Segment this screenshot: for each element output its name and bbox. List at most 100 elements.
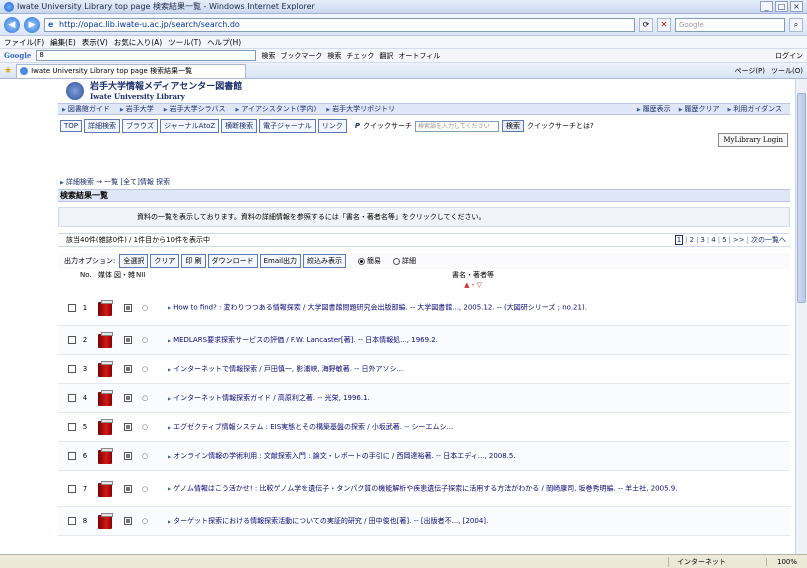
- row-title-link[interactable]: MEDLARS要求探索サービスの評価 / F.W. Lancaster[著]. …: [168, 335, 790, 345]
- url-input[interactable]: http://opac.lib.iwate-u.ac.jp/search/sea…: [44, 17, 635, 32]
- browse-button[interactable]: ブラウズ: [122, 119, 159, 133]
- search-input[interactable]: Google: [675, 17, 785, 32]
- vertical-scrollbar[interactable]: [795, 79, 807, 554]
- refresh-icon[interactable]: ⟳: [639, 17, 653, 32]
- link-button[interactable]: リンク: [317, 119, 347, 133]
- row-checkbox[interactable]: [68, 517, 76, 525]
- row-checkbox[interactable]: [68, 365, 76, 373]
- ejournal-button[interactable]: 電子ジャーナル: [259, 119, 316, 133]
- mylibrary-login-button[interactable]: MyLibrary Login: [718, 133, 788, 147]
- figure-icon: [124, 452, 132, 460]
- google-bookmark-button[interactable]: ブックマーク: [280, 51, 322, 61]
- google-translate-button[interactable]: 翻訳: [379, 51, 393, 61]
- google-check-button[interactable]: チェック: [346, 51, 374, 61]
- top-button[interactable]: TOP: [60, 120, 83, 132]
- radio-detail[interactable]: 詳細: [393, 256, 416, 266]
- tab-active[interactable]: Iwate University Library top page 検索結果一覧: [16, 63, 247, 78]
- nav-history-show[interactable]: 履歴表示: [637, 104, 671, 114]
- row-number: 1: [82, 303, 88, 312]
- search-icon[interactable]: ⌕: [789, 17, 803, 32]
- zoom-level[interactable]: 100%: [765, 557, 807, 566]
- section-title: 検索結果一覧: [58, 189, 790, 202]
- tab-bar: ★ Iwate University Library top page 検索結果…: [0, 63, 807, 79]
- scrollbar-thumb[interactable]: [797, 93, 806, 303]
- row-checkbox[interactable]: [68, 336, 76, 344]
- forward-icon[interactable]: ▶: [24, 16, 40, 33]
- quick-search-button[interactable]: 検索: [501, 120, 524, 132]
- maximize-button[interactable]: □: [775, 1, 788, 12]
- figure-icon: [124, 336, 132, 344]
- google-login-button[interactable]: ログイン: [775, 51, 803, 61]
- advanced-search-button[interactable]: 詳細検索: [84, 119, 121, 133]
- row-title-link[interactable]: エグゼクティブ情報システム : EIS実態とその構築基盤の探索 / 小坂武著. …: [168, 422, 790, 432]
- page-3[interactable]: 3: [700, 236, 704, 244]
- next-page-link[interactable]: 次の一覧へ: [751, 235, 786, 245]
- journal-atoz-button[interactable]: ジャーナルAtoZ: [160, 119, 220, 133]
- header-figure: 図・雑: [114, 270, 135, 279]
- page-1[interactable]: 1: [674, 235, 684, 245]
- clear-button[interactable]: クリア: [150, 254, 180, 268]
- quick-search-help-link[interactable]: クイックサーチとは?: [527, 121, 594, 131]
- print-button[interactable]: 印 刷: [181, 254, 206, 268]
- menu-favorites[interactable]: お気に入り(A): [114, 37, 162, 48]
- header-no: No.: [80, 270, 92, 279]
- row-checkbox[interactable]: [68, 303, 76, 312]
- figure-icon: [124, 517, 132, 525]
- page-5[interactable]: 5: [722, 236, 726, 244]
- stop-icon[interactable]: ✕: [657, 17, 671, 32]
- favorites-star-icon[interactable]: ★: [4, 66, 12, 76]
- nav-iwate-univ[interactable]: 岩手大学: [120, 104, 154, 114]
- menu-help[interactable]: ヘルプ(H): [207, 37, 241, 48]
- nav-history-clear[interactable]: 履歴クリア: [679, 104, 720, 114]
- library-page: 岩手大学情報メディアセンター図書館 Iwate University Libra…: [58, 79, 790, 536]
- result-count-bar: 該当40件(雑誌0件) / 1件目から10件を表示中 1 | 2 | 3 | 4 | 5…: [58, 233, 790, 247]
- google-search-button[interactable]: 検索: [261, 51, 275, 61]
- google-search2-button[interactable]: 検索: [327, 51, 341, 61]
- menu-view[interactable]: 表示(V): [82, 37, 108, 48]
- page-4[interactable]: 4: [711, 236, 715, 244]
- radio-simple-dot[interactable]: [358, 257, 366, 265]
- row-checkbox[interactable]: [68, 452, 76, 460]
- row-checkbox[interactable]: [68, 423, 76, 431]
- page-more[interactable]: >>: [733, 236, 745, 244]
- back-icon[interactable]: ◀: [4, 16, 20, 33]
- menu-edit[interactable]: 編集(E): [50, 37, 76, 48]
- download-button[interactable]: ダウンロード: [207, 254, 258, 268]
- close-button[interactable]: ×: [790, 1, 803, 12]
- menu-file[interactable]: ファイル(F): [4, 37, 44, 48]
- google-autofill-button[interactable]: オートフィル: [398, 51, 440, 61]
- cross-search-button[interactable]: 横断検索: [221, 119, 258, 133]
- row-title-link[interactable]: インターネットで情報探索 / 戸田慎一, 影浦峡, 海野敏著. -- 日外アソシ…: [168, 364, 790, 374]
- quick-search-input[interactable]: 検索語を入力してください: [414, 120, 499, 132]
- nav-repository[interactable]: 岩手大学リポジトリ: [326, 104, 395, 114]
- menu-tools[interactable]: ツール(T): [168, 37, 201, 48]
- row-title-link[interactable]: インターネット情報探索ガイド / 高原利之著. -- 光栄, 1996.1.: [168, 393, 790, 403]
- quick-search: P クイックサーチ 検索語を入力してください 検索 クイックサーチとは?: [355, 120, 594, 132]
- menu-bar: ファイル(F) 編集(E) 表示(V) お気に入り(A) ツール(T) ヘルプ(…: [0, 36, 807, 49]
- nav-assistant[interactable]: アイアシスタント(学内): [236, 104, 316, 114]
- library-header: 岩手大学情報メディアセンター図書館 Iwate University Libra…: [58, 79, 790, 103]
- nav-guidance[interactable]: 利用ガイダンス: [728, 104, 782, 114]
- radio-detail-label: 詳細: [402, 257, 417, 265]
- book-icon: [98, 448, 114, 464]
- breadcrumb[interactable]: 詳細検索 → 一覧 [全て]情報 探索: [58, 177, 790, 187]
- sort-toggle[interactable]: ▲・▽: [58, 280, 790, 290]
- select-all-button[interactable]: 全選択: [119, 254, 149, 268]
- page-menu[interactable]: ページ(P): [734, 66, 765, 76]
- row-checkbox[interactable]: [68, 394, 76, 402]
- radio-detail-dot[interactable]: [393, 257, 401, 265]
- row-checkbox[interactable]: [68, 484, 76, 493]
- page-2[interactable]: 2: [690, 236, 694, 244]
- minimize-button[interactable]: _: [760, 1, 773, 12]
- row-title-link[interactable]: ターゲット探索における情報探索活動についての実証的研究 / 田中俊也[著]. -…: [168, 516, 790, 526]
- radio-simple[interactable]: 簡易: [358, 256, 381, 266]
- email-button[interactable]: Email出力: [259, 254, 302, 268]
- nav-syllabus[interactable]: 岩手大学シラバス: [164, 104, 226, 114]
- filter-button[interactable]: 絞込み表示: [303, 254, 347, 268]
- google-search-input[interactable]: 8: [36, 50, 257, 61]
- row-title-link[interactable]: ゲノム情報はこう活かせ! : 比較ゲノム学を遺伝子・タンパク質の機能解析や疾患遺…: [168, 484, 790, 494]
- tools-menu[interactable]: ツール(O): [771, 66, 803, 76]
- nav-library-guide[interactable]: 図書館ガイド: [62, 104, 110, 114]
- row-title-link[interactable]: How to find? : 変わりつつある情報探索 / 大学図書館問題研究会出…: [168, 303, 790, 313]
- row-title-link[interactable]: オンライン情報の学術利用 : 文献探索入門 : 論文・レポートの手引に / 西岡…: [168, 451, 790, 461]
